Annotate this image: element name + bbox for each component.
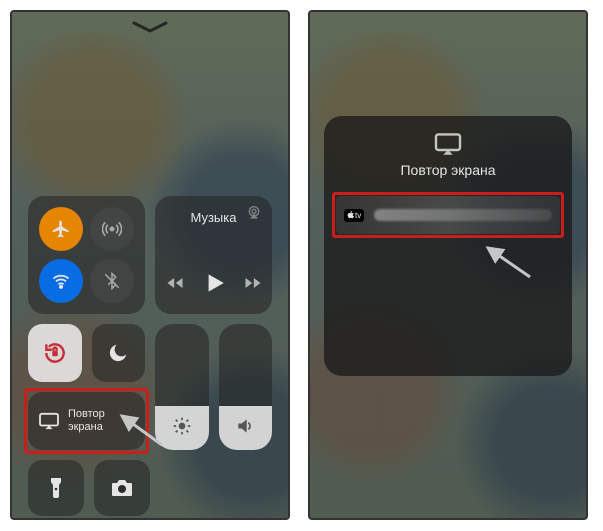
airplane-mode-toggle[interactable] <box>39 207 83 251</box>
speaker-icon <box>235 416 255 436</box>
connectivity-group <box>28 196 145 314</box>
screen-mirror-icon <box>433 132 463 156</box>
panel-title: Повтор экрана <box>400 162 495 178</box>
camera-icon <box>110 478 134 498</box>
rotation-lock-toggle[interactable] <box>28 324 82 382</box>
rotation-lock-icon <box>42 340 68 366</box>
screen-mirroring-panel: Повтор экрана tv <box>324 116 572 376</box>
brightness-slider[interactable] <box>155 324 209 450</box>
wifi-toggle[interactable] <box>39 259 83 303</box>
bluetooth-icon <box>103 272 121 290</box>
apple-logo-icon <box>347 211 354 219</box>
do-not-disturb-toggle[interactable] <box>92 324 146 382</box>
airplay-audio-icon <box>246 204 262 220</box>
bluetooth-toggle[interactable] <box>90 259 134 303</box>
screenshot-right-mirroring-panel: Повтор экрана tv <box>308 10 588 520</box>
chevron-down-icon <box>130 20 170 34</box>
cellular-data-toggle[interactable] <box>90 207 134 251</box>
screen-mirroring-label: Повтор экрана <box>68 408 105 434</box>
now-playing-tile[interactable]: Музыка <box>155 196 272 314</box>
device-name-redacted <box>374 209 552 221</box>
screen-mirror-icon <box>38 412 60 430</box>
screenshot-left-control-center: Музыка <box>10 10 290 520</box>
previous-track-button[interactable] <box>165 273 185 293</box>
sliders-group <box>155 324 272 450</box>
mirroring-device-row[interactable]: tv <box>336 196 560 234</box>
control-center-grid: Музыка <box>28 196 272 506</box>
sun-icon <box>172 416 192 436</box>
airplane-icon <box>51 219 71 239</box>
screen-mirroring-button[interactable]: Повтор экрана <box>28 392 145 450</box>
moon-icon <box>107 342 129 364</box>
flashlight-button[interactable] <box>28 460 84 516</box>
row-lock-dnd <box>28 324 145 382</box>
next-track-button[interactable] <box>243 273 263 293</box>
apple-tv-badge: tv <box>344 209 364 222</box>
cellular-antenna-icon <box>102 219 122 239</box>
play-button[interactable] <box>201 270 227 296</box>
volume-slider[interactable] <box>219 324 273 450</box>
camera-button[interactable] <box>94 460 150 516</box>
media-controls <box>165 270 263 296</box>
shortcut-row <box>28 460 272 520</box>
now-playing-title: Музыка <box>191 210 237 225</box>
apple-tv-badge-text: tv <box>355 211 361 220</box>
flashlight-icon <box>47 476 65 500</box>
wifi-icon <box>51 271 71 291</box>
